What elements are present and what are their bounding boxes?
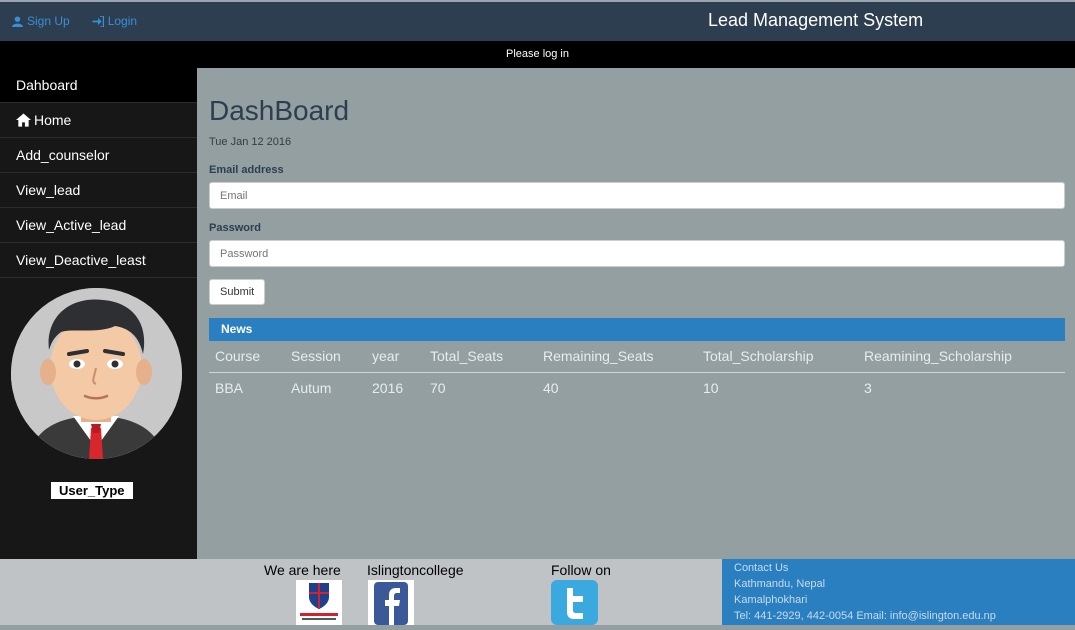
facebook-link[interactable] bbox=[368, 580, 414, 625]
sidebar-item-label: View_lead bbox=[16, 181, 81, 198]
column-header: Total_Seats bbox=[430, 348, 504, 364]
contact-title: Contact Us bbox=[734, 562, 789, 574]
page-title: DashBoard bbox=[209, 95, 350, 126]
user-icon bbox=[12, 15, 23, 27]
table-cell: BBA bbox=[215, 380, 244, 396]
avatar-illustration bbox=[11, 288, 182, 459]
column-header: Course bbox=[215, 348, 261, 364]
college-label: Islingtoncollege bbox=[367, 562, 464, 578]
contact-address-line1: Kathmandu, Nepal bbox=[734, 578, 826, 590]
we-are-here-label: We are here bbox=[264, 562, 341, 578]
college-logo[interactable] bbox=[296, 580, 342, 625]
table-cell: 3 bbox=[864, 380, 872, 396]
contact-address-line2: Kamalphokhari bbox=[734, 594, 808, 606]
column-header: Session bbox=[291, 348, 341, 364]
sidebar-item-label: Add_counselor bbox=[16, 146, 110, 163]
sidebar-item-label: Dahboard bbox=[16, 76, 78, 93]
email-field[interactable] bbox=[209, 182, 1065, 209]
news-header: News bbox=[209, 318, 1065, 341]
sidebar-item-label: Home bbox=[34, 111, 72, 128]
brand-title[interactable]: Lead Management System bbox=[708, 10, 923, 31]
column-header: Remaining_Seats bbox=[543, 348, 654, 364]
password-field[interactable] bbox=[209, 240, 1065, 267]
footer: We are here Islingtoncollege Follow on C… bbox=[0, 559, 1075, 625]
facebook-icon bbox=[368, 580, 414, 625]
news-table: Course Session year Total_Seats Remainin… bbox=[209, 341, 1065, 404]
sidebar-item-view-active-lead[interactable]: View_Active_lead bbox=[0, 208, 197, 243]
contact-phone-email[interactable]: Tel: 441-2929, 442-0054 Email: info@isli… bbox=[734, 608, 1075, 624]
user-type-badge: User_Type bbox=[51, 482, 133, 499]
follow-label: Follow on bbox=[551, 562, 611, 578]
table-cell: 70 bbox=[430, 380, 446, 396]
sidebar-item-view-deactive-lead[interactable]: View_Deactive_least bbox=[0, 243, 197, 278]
table-cell: 40 bbox=[543, 380, 559, 396]
sidebar-item-label: View_Active_lead bbox=[16, 216, 127, 233]
sidebar-item-home[interactable]: Home bbox=[0, 103, 197, 138]
column-header: Reamining_Scholarship bbox=[864, 348, 1012, 364]
contact-panel: Contact Us Kathmandu, Nepal Kamalphokhar… bbox=[722, 559, 1075, 625]
sidebar-item-view-lead[interactable]: View_lead bbox=[0, 173, 197, 208]
login-label: Login bbox=[107, 14, 138, 28]
login-icon bbox=[92, 15, 104, 27]
main-content: DashBoard Tue Jan 12 2016 Email address … bbox=[197, 68, 1075, 559]
top-navbar: Sign Up Login Lead Management System bbox=[0, 0, 1075, 41]
auth-links: Sign Up Login bbox=[12, 14, 137, 28]
sidebar-item-label: View_Deactive_least bbox=[16, 251, 146, 268]
table-cell: Autum bbox=[291, 380, 332, 396]
twitter-link[interactable] bbox=[551, 580, 598, 625]
college-crest-icon bbox=[296, 580, 342, 625]
twitter-icon bbox=[551, 580, 598, 625]
home-icon bbox=[16, 113, 31, 127]
email-label: Email address bbox=[209, 164, 284, 176]
column-header: year bbox=[372, 348, 400, 364]
sidebar: Dahboard Home Add_counselor View_lead Vi… bbox=[0, 68, 197, 559]
login-link[interactable]: Login bbox=[92, 14, 137, 28]
table-cell: 2016 bbox=[372, 380, 404, 396]
login-notice: Please log in bbox=[0, 41, 1075, 68]
sidebar-item-add-counselor[interactable]: Add_counselor bbox=[0, 138, 197, 173]
avatar bbox=[11, 288, 182, 459]
table-header-row: Course Session year Total_Seats Remainin… bbox=[209, 341, 1065, 373]
password-label: Password bbox=[209, 222, 261, 234]
signup-label: Sign Up bbox=[27, 14, 70, 28]
table-row: BBA Autum 2016 70 40 10 3 bbox=[209, 373, 1065, 404]
sidebar-item-dashboard[interactable]: Dahboard bbox=[0, 68, 197, 103]
signup-link[interactable]: Sign Up bbox=[12, 14, 70, 28]
submit-button[interactable]: Submit bbox=[209, 279, 266, 305]
column-header: Total_Scholarship bbox=[703, 348, 814, 364]
current-date: Tue Jan 12 2016 bbox=[209, 136, 292, 148]
table-cell: 10 bbox=[703, 380, 719, 396]
